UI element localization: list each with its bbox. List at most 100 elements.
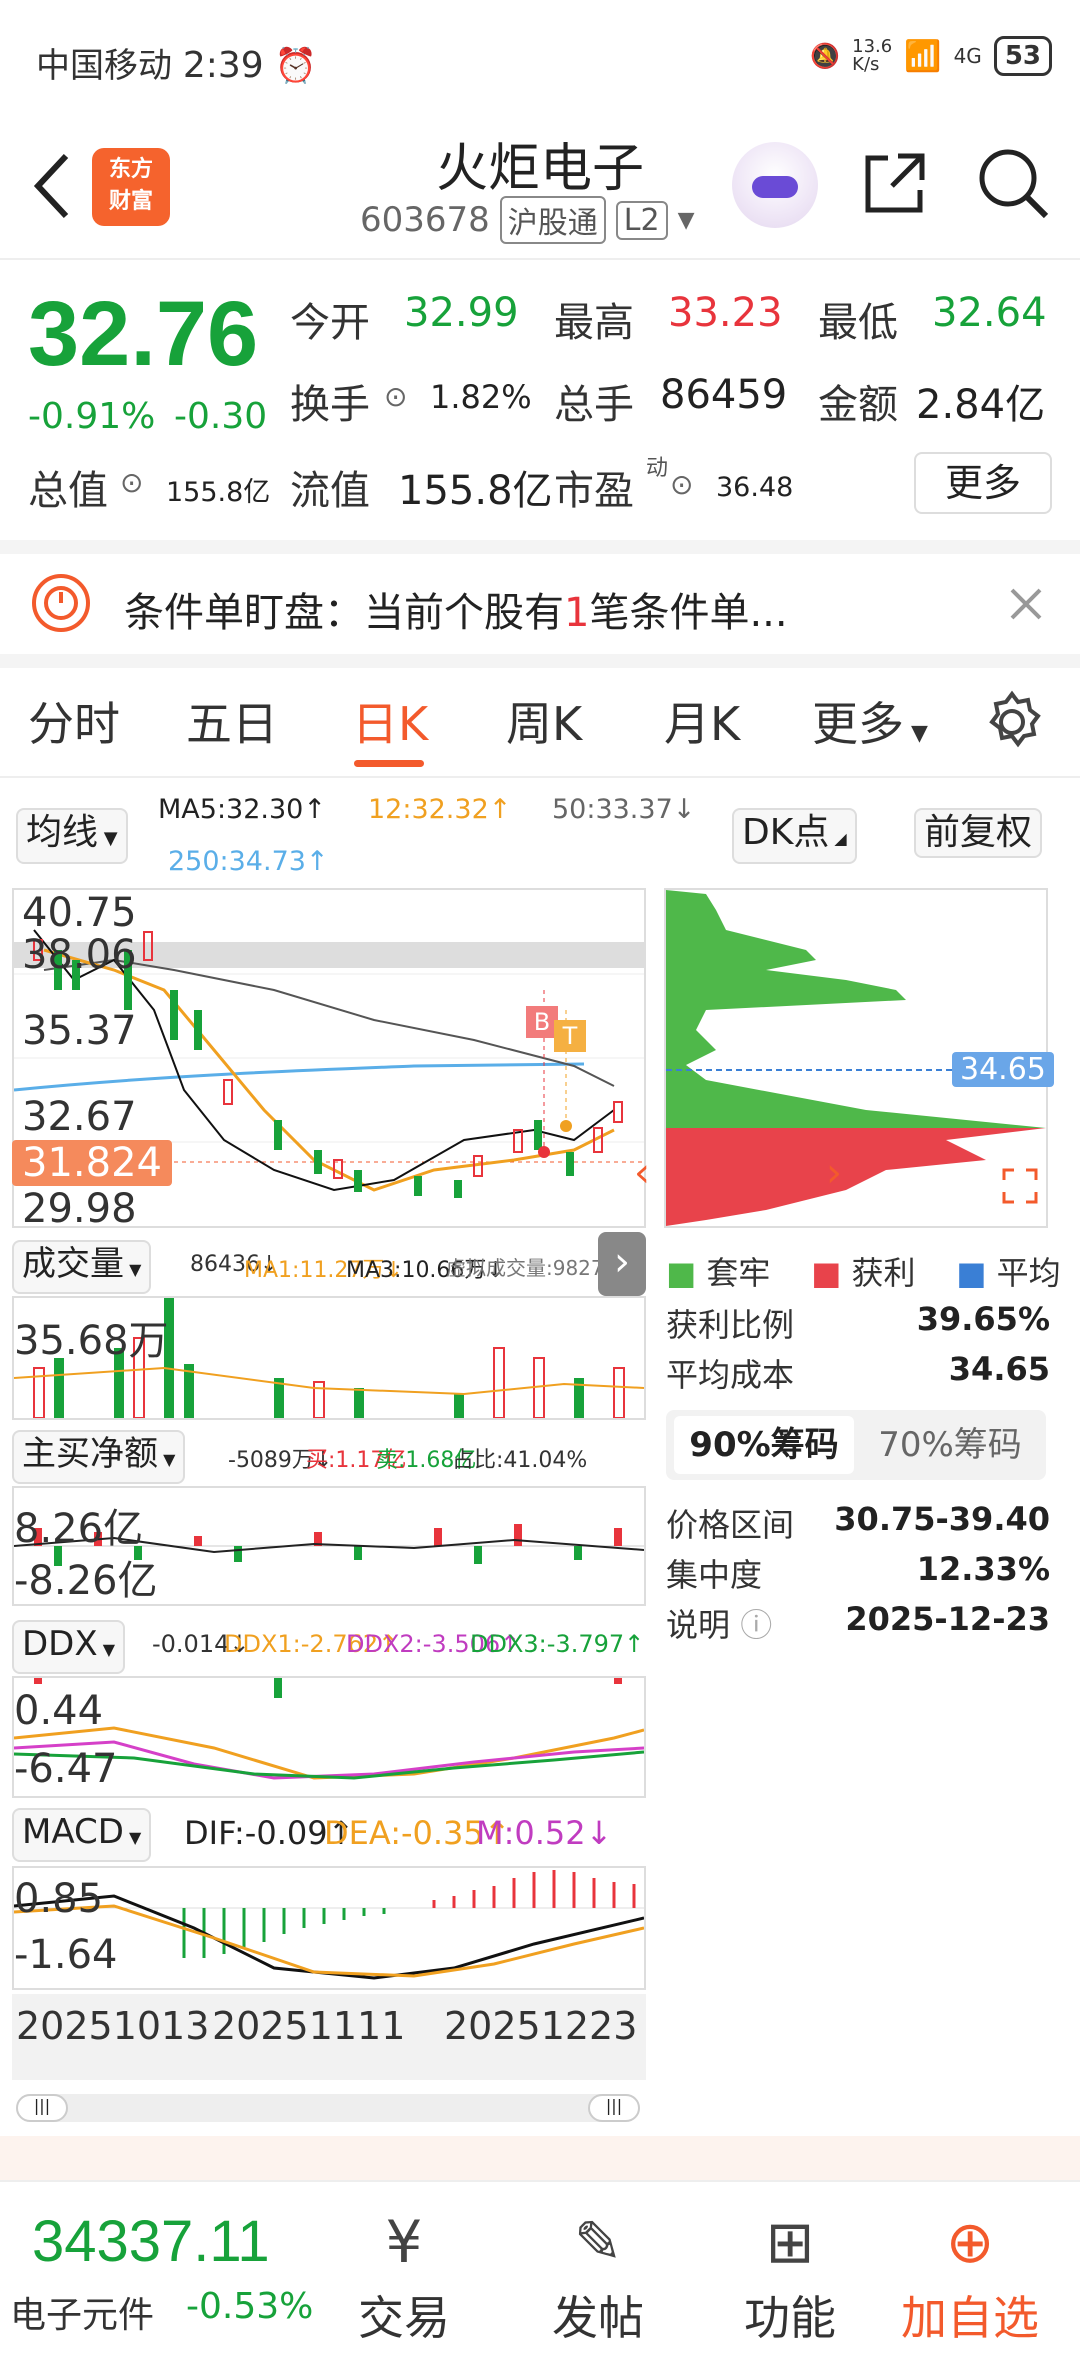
- mute-icon: 🔕: [810, 42, 841, 70]
- chip-tabs: 90%筹码 70%筹码: [666, 1410, 1046, 1480]
- ma-selector[interactable]: 均线 ▼: [16, 808, 128, 864]
- info-icon[interactable]: ⊙: [120, 466, 143, 499]
- settings-icon[interactable]: [980, 690, 1044, 758]
- chip-price-tag: 34.65: [952, 1052, 1054, 1087]
- macd-chart[interactable]: 0.85 -1.64: [12, 1866, 646, 1990]
- open-label: 今开: [290, 300, 370, 346]
- slider-handle-left[interactable]: |||: [16, 2094, 68, 2122]
- alarm-icon: ⏰: [274, 46, 317, 86]
- date-axis: 20251013 20251111 20251223: [12, 1994, 646, 2080]
- more-button[interactable]: 更多: [914, 452, 1052, 514]
- close-icon[interactable]: [1006, 584, 1046, 628]
- note-label: 说明 ⓘ: [666, 1606, 773, 1644]
- expand-icon[interactable]: [1000, 1166, 1040, 1210]
- yen-icon: ¥: [385, 2208, 423, 2276]
- net-buy-axis-top: 8.26亿: [14, 1506, 144, 1552]
- macd-selector[interactable]: MACD ▼: [12, 1808, 152, 1862]
- net-buy-selector[interactable]: 主买净额 ▼: [12, 1430, 186, 1484]
- ddx3-value: DDX3:-3.797↑: [470, 1630, 645, 1658]
- robot-avatar[interactable]: [732, 142, 818, 228]
- note-date: 2025-12-23: [845, 1600, 1050, 1638]
- change-amount: -0.30: [174, 396, 268, 437]
- adjust-button[interactable]: 前复权: [914, 808, 1043, 858]
- chip-avg-label: 平均成本: [666, 1356, 795, 1394]
- mktcap-label: 总值: [28, 468, 108, 514]
- plus-circle-icon: ⊕: [945, 2208, 995, 2276]
- axis-label-2: 38.06: [22, 932, 137, 978]
- ddx-selector[interactable]: DDX ▼: [12, 1620, 126, 1674]
- high-value: 33.23: [668, 290, 783, 336]
- chip-avg-value: 34.65: [948, 1350, 1050, 1388]
- price-range-label: 价格区间: [666, 1506, 795, 1544]
- range-slider[interactable]: ||| |||: [16, 2094, 640, 2122]
- chip-distribution-chart[interactable]: 34.65: [664, 888, 1054, 1228]
- tab-five-day[interactable]: 五日: [186, 688, 278, 754]
- ddx-axis-top: 0.44: [14, 1688, 104, 1734]
- ddx-axis-bottom: -6.47: [14, 1746, 118, 1792]
- kline-chart[interactable]: B T 40.75 38.06 35.37 32.67 31.824 29.98: [12, 888, 646, 1232]
- nav-post[interactable]: ✎ 发帖: [528, 2202, 668, 2348]
- share-icon[interactable]: [858, 148, 930, 224]
- float-label: 流值: [290, 468, 370, 514]
- pe-superscript: 动: [646, 456, 669, 481]
- ma250-value: 250:34.73↑: [168, 846, 329, 877]
- amount-value: 2.84亿: [916, 382, 1046, 428]
- ddx-chart[interactable]: 0.44 -6.47: [12, 1676, 646, 1798]
- tab-chip-70[interactable]: 70%筹码: [860, 1416, 1040, 1474]
- divider: [0, 540, 1080, 554]
- macd-m: M:0.52↓: [476, 1814, 613, 1852]
- low-value: 32.64: [932, 290, 1047, 336]
- nav-add-watchlist[interactable]: ⊕ 加自选: [900, 2202, 1040, 2348]
- axis-label-bottom: 29.98: [22, 1186, 137, 1232]
- index-value[interactable]: 34337.11: [32, 2208, 270, 2275]
- low-label: 最低: [818, 300, 898, 346]
- info-icon[interactable]: ⊙: [670, 468, 693, 501]
- t-marker[interactable]: T: [554, 1020, 586, 1052]
- tab-intraday[interactable]: 分时: [28, 688, 120, 754]
- current-price-tag: 31.824: [12, 1140, 172, 1186]
- current-price: 32.76: [28, 283, 259, 385]
- turnover-label: 换手: [290, 382, 370, 428]
- date-end: 20251223: [444, 2004, 638, 2048]
- quote-panel: 32.76 -0.91% -0.30 今开 32.99 最高 33.23 最低 …: [0, 262, 1080, 540]
- search-icon[interactable]: [976, 146, 1052, 226]
- ma12-value: 12:32.32↑: [368, 794, 512, 825]
- condition-order-banner[interactable]: 条件单盯盘：当前个股有1笔条件单...: [0, 554, 1080, 654]
- nav-functions[interactable]: ⊞ 功能: [720, 2202, 860, 2348]
- bottom-divider: [0, 2136, 1080, 2180]
- net-buy-chart[interactable]: 8.26亿 -8.26亿: [12, 1486, 646, 1606]
- amount-label: 金额: [818, 382, 898, 428]
- dk-point-button[interactable]: DK点 ◢: [732, 808, 857, 864]
- info-icon[interactable]: ⊙: [384, 380, 407, 413]
- pe-label: 市盈: [554, 468, 634, 514]
- tab-weekly-k[interactable]: 周K: [506, 688, 582, 754]
- prev-arrow-icon[interactable]: ‹: [634, 1150, 650, 1196]
- volume-chart[interactable]: 35.68万: [12, 1296, 646, 1420]
- tab-more[interactable]: 更多 ▼: [812, 688, 928, 754]
- active-tab-indicator: [354, 760, 424, 767]
- status-icons: 🔕 13.6 K/s 📶 4G 53: [810, 36, 1052, 76]
- status-bar: 中国移动 2:39 ⏰ 🔕 13.6 K/s 📶 4G 53: [0, 0, 1080, 120]
- grid-icon: ⊞: [765, 2208, 815, 2276]
- axis-label-3: 35.37: [22, 1008, 137, 1054]
- volume-value: 86459: [660, 372, 788, 418]
- open-value: 32.99: [404, 290, 519, 336]
- high-label: 最高: [554, 300, 634, 346]
- date-start: 20251013: [16, 2004, 210, 2048]
- tab-chip-90[interactable]: 90%筹码: [674, 1416, 854, 1474]
- pe-value: 36.48: [716, 472, 794, 503]
- collapse-button[interactable]: ›: [598, 1232, 646, 1296]
- info-icon: ⓘ: [740, 1606, 773, 1644]
- nav-trade[interactable]: ¥ 交易: [334, 2202, 474, 2348]
- volume-selector[interactable]: 成交量 ▼: [12, 1240, 152, 1294]
- chip-profit-label: 获利比例: [666, 1306, 795, 1344]
- tab-monthly-k[interactable]: 月K: [664, 688, 740, 754]
- index-name[interactable]: 电子元件: [10, 2286, 154, 2338]
- wifi-icon: 📶: [904, 38, 942, 74]
- carrier: 中国移动 2:39 ⏰: [36, 45, 317, 86]
- next-arrow-icon[interactable]: ›: [826, 1150, 842, 1196]
- volume-axis: 35.68万: [14, 1318, 169, 1364]
- slider-handle-right[interactable]: |||: [588, 2094, 640, 2122]
- float-value: 155.8亿: [398, 468, 553, 514]
- tab-daily-k[interactable]: 日K: [352, 688, 428, 754]
